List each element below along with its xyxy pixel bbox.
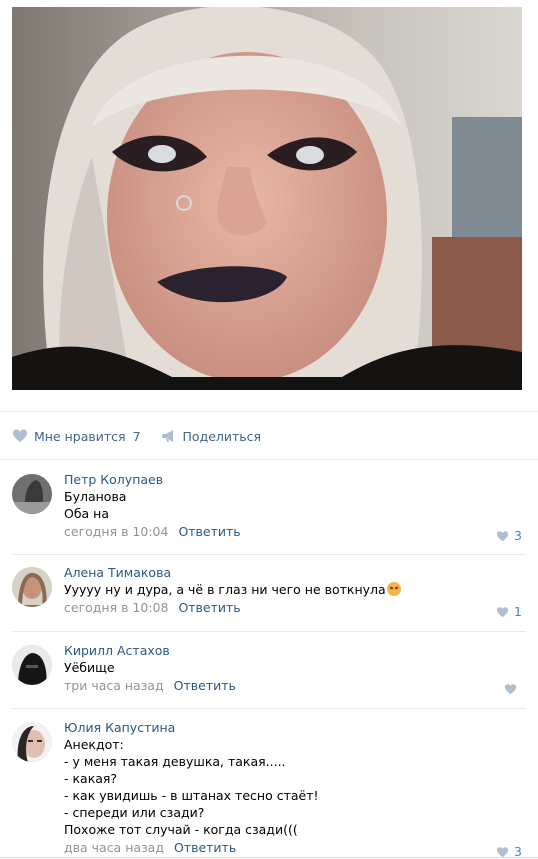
comment-like-count: 1 [514, 604, 522, 619]
avatar[interactable] [12, 474, 52, 514]
avatar[interactable] [12, 567, 52, 607]
comment-body: Кирилл Астахов Уёбище три часа назад Отв… [64, 643, 526, 694]
comment-time[interactable]: два часа назад [64, 840, 164, 855]
comment-author[interactable]: Петр Колупаев [64, 472, 526, 488]
heart-icon [12, 428, 28, 444]
comment-like-button[interactable]: 3 [496, 528, 522, 543]
heart-icon [496, 846, 509, 857]
comment-text: Анекдот: - у меня такая девушка, такая..… [64, 736, 526, 838]
comment-like-button[interactable]: 1 [496, 604, 522, 619]
comment-line: Похоже тот случай - когда сзади((( [64, 822, 298, 837]
divider [0, 459, 538, 460]
avatar[interactable] [12, 722, 52, 762]
like-button[interactable]: Мне нравится 7 [12, 428, 141, 444]
heart-icon [504, 684, 517, 695]
comment-time[interactable]: три часа назад [64, 678, 164, 693]
comment-like-count: 3 [514, 528, 522, 543]
divider [12, 631, 526, 632]
post-actions: Мне нравится 7 Поделиться [12, 427, 281, 445]
comment-meta: два часа назад Ответить [64, 840, 526, 856]
avatar[interactable] [12, 645, 52, 685]
comment-line: - у меня такая девушка, такая..... [64, 754, 286, 769]
like-label: Мне нравится [34, 428, 126, 444]
post-photo[interactable] [12, 7, 522, 390]
comment-text: Уёбище [64, 659, 526, 676]
reply-button[interactable]: Ответить [178, 600, 240, 615]
like-count: 7 [132, 428, 141, 444]
heart-icon [496, 530, 509, 541]
reply-button[interactable]: Ответить [174, 840, 236, 855]
comment-body: Юлия Капустина Анекдот: - у меня такая д… [64, 720, 526, 856]
megaphone-icon [161, 428, 177, 444]
share-button[interactable]: Поделиться [161, 428, 262, 444]
comment-author[interactable]: Кирилл Астахов [64, 643, 526, 659]
comment-time[interactable]: сегодня в 10:04 [64, 524, 168, 539]
comment-time[interactable]: сегодня в 10:08 [64, 600, 168, 615]
divider [0, 411, 538, 412]
divider [12, 708, 526, 709]
comment-author[interactable]: Алена Тимакова [64, 565, 526, 581]
comment-text: Ууууу ну и дура, а чё в глаз ни чего не … [64, 581, 526, 598]
comment-line: - спереди или сзади? [64, 805, 205, 820]
comment-meta: три часа назад Ответить [64, 678, 526, 694]
comment-body: Алена Тимакова Ууууу ну и дура, а чё в г… [64, 565, 526, 616]
heart-icon [496, 606, 509, 617]
comment-meta: сегодня в 10:04 Ответить [64, 524, 526, 540]
comment-like-button[interactable] [504, 683, 522, 695]
comment-line: Уёбище [64, 660, 115, 675]
comment-line: Ууууу ну и дура, а чё в глаз ни чего не … [64, 582, 386, 597]
comment-line: Оба на [64, 506, 110, 521]
comment-body: Петр Колупаев Буланова Оба на сегодня в … [64, 472, 526, 540]
comment-text: Буланова Оба на [64, 488, 526, 522]
divider [12, 554, 526, 555]
comment-line: Буланова [64, 489, 127, 504]
share-label: Поделиться [182, 428, 262, 444]
reply-button[interactable]: Ответить [178, 524, 240, 539]
sad-face-emoji-icon [386, 582, 401, 596]
comment-line: - как увидишь - в штанах тесно стаёт! [64, 788, 319, 803]
comment-line: - какая? [64, 771, 118, 786]
comment-author[interactable]: Юлия Капустина [64, 720, 526, 736]
reply-button[interactable]: Ответить [174, 678, 236, 693]
comment-meta: сегодня в 10:08 Ответить [64, 600, 526, 616]
comment-line: Анекдот: [64, 737, 124, 752]
